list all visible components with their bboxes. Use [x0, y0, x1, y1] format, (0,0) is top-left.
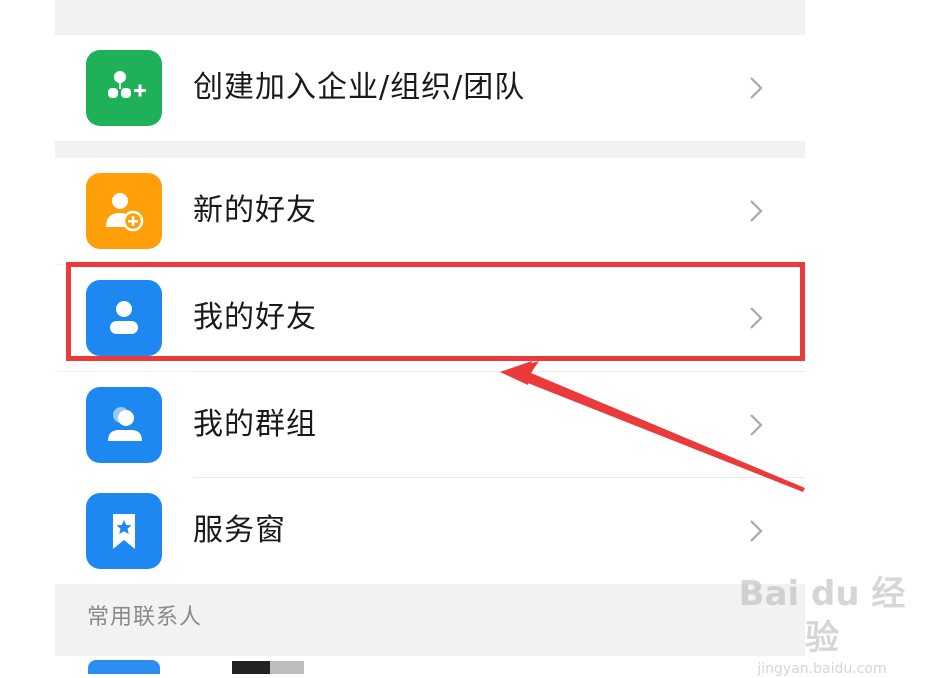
contact-avatar — [88, 660, 160, 674]
add-friend-icon — [86, 173, 162, 249]
chevron-right-icon — [750, 414, 763, 436]
highlight-box — [66, 262, 805, 361]
chevron-right-icon — [750, 520, 763, 542]
row-label: 服务窗 — [193, 513, 286, 548]
contact-name-redacted — [232, 661, 270, 674]
row-label: 新的好友 — [193, 193, 317, 228]
watermark-line2: jingyan.baidu.com — [757, 661, 887, 677]
contact-row-partial[interactable] — [55, 656, 805, 674]
bookmark-star-icon — [86, 493, 162, 569]
watermark-line1: Bai du 经验 — [738, 574, 906, 658]
team-add-icon — [86, 50, 162, 126]
contact-name-redacted — [270, 661, 304, 674]
chevron-right-icon — [750, 200, 763, 222]
row-label: 我的群组 — [193, 407, 317, 442]
row-service-window[interactable]: 服务窗 — [55, 478, 805, 584]
row-my-groups[interactable]: 我的群组 — [55, 372, 805, 478]
group-icon — [86, 387, 162, 463]
row-create-join-org[interactable]: 创建加入企业/组织/团队 — [55, 35, 805, 141]
row-label: 创建加入企业/组织/团队 — [193, 70, 526, 105]
row-new-friends[interactable]: 新的好友 — [55, 158, 805, 264]
baidu-watermark-logo: Bai du 经验 jingyan.baidu.com — [722, 572, 922, 677]
chevron-right-icon — [750, 77, 763, 99]
section-header-frequent-contacts: 常用联系人 — [87, 605, 203, 630]
